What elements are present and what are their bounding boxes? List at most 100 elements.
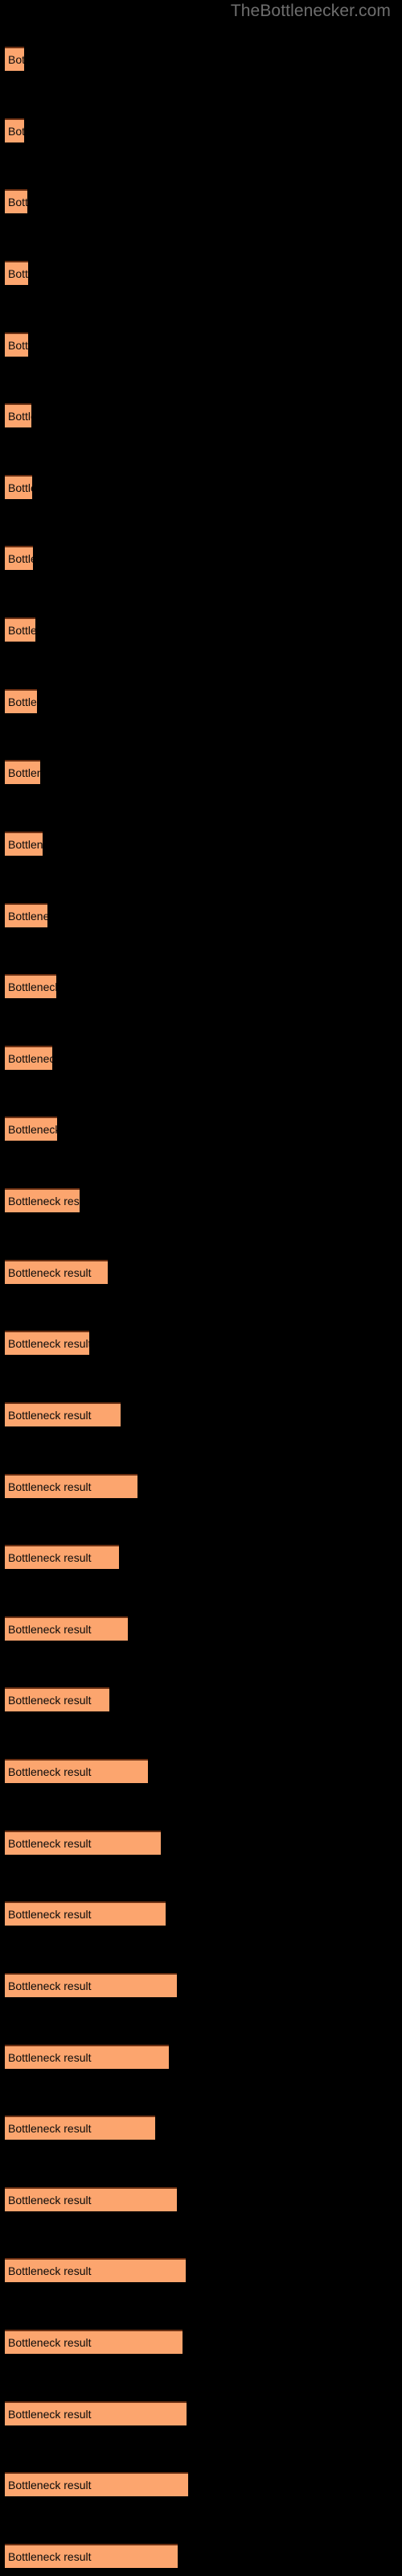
bar-label: Bottleneck result [8,1337,89,1350]
bar[interactable]: Bottleneck result [5,47,24,71]
bar-row[interactable]: Bottleneck result [5,1117,57,1141]
bar[interactable]: Bottleneck result [5,118,24,142]
bar[interactable]: Bottleneck result [5,2401,187,2425]
bar-label: Bottleneck result [8,2194,92,2207]
bar[interactable]: Bottleneck result [5,1402,121,1426]
bar-row[interactable]: Bottleneck result [5,261,28,285]
bar-row[interactable]: Bottleneck result [5,47,24,71]
bar[interactable]: Bottleneck result [5,261,28,285]
bar[interactable]: Bottleneck result [5,1831,161,1855]
bar[interactable]: Bottleneck result [5,546,33,570]
bar-label: Bottleneck result [8,766,40,779]
bar-row[interactable]: Bottleneck result [5,546,33,570]
bar-row[interactable]: Bottleneck result [5,832,43,856]
bar-row[interactable]: Bottleneck result [5,332,28,357]
bar-label: Bottleneck result [8,125,24,138]
bar-row[interactable]: Bottleneck result [5,1973,177,1997]
bar-label: Bottleneck result [8,2122,92,2135]
bar-label: Bottleneck result [8,1979,92,1992]
bar[interactable]: Bottleneck result [5,475,32,499]
bar-row[interactable]: Bottleneck result [5,1474,137,1498]
bar[interactable]: Bottleneck result [5,2187,177,2211]
bar-label: Bottleneck result [8,910,47,923]
bar-row[interactable]: Bottleneck result [5,2401,187,2425]
bar-row[interactable]: Bottleneck result [5,2330,183,2354]
bar-row[interactable]: Bottleneck result [5,617,35,642]
bar-row[interactable]: Bottleneck result [5,2116,155,2140]
bar-row[interactable]: Bottleneck result [5,118,24,142]
bar[interactable]: Bottleneck result [5,1046,52,1070]
bar[interactable]: Bottleneck result [5,2045,169,2069]
bar[interactable]: Bottleneck result [5,1901,166,1926]
bar-label: Bottleneck result [8,481,32,494]
bar-row[interactable]: Bottleneck result [5,689,37,713]
bar[interactable]: Bottleneck result [5,1260,108,1284]
bar[interactable]: Bottleneck result [5,1973,177,1997]
bar-label: Bottleneck result [8,2408,92,2421]
bar-label: Bottleneck result [8,1765,92,1778]
bar[interactable]: Bottleneck result [5,1759,148,1783]
bar[interactable]: Bottleneck result [5,2472,188,2496]
bar-row[interactable]: Bottleneck result [5,1901,166,1926]
bar[interactable]: Bottleneck result [5,189,27,213]
bar-label: Bottleneck result [8,1837,92,1850]
bar-label: Bottleneck result [8,1623,92,1636]
bar-label: Bottleneck result [8,410,31,423]
bar-row[interactable]: Bottleneck result [5,475,32,499]
bar[interactable]: Bottleneck result [5,974,56,998]
bar-label: Bottleneck result [8,267,28,280]
bar[interactable]: Bottleneck result [5,760,40,784]
bar-label: Bottleneck result [8,2051,92,2064]
bar-label: Bottleneck result [8,2550,92,2563]
bar-row[interactable]: Bottleneck result [5,1331,89,1355]
bar[interactable]: Bottleneck result [5,2544,178,2568]
bar-row[interactable]: Bottleneck result [5,1759,148,1783]
bar-label: Bottleneck result [8,2336,92,2349]
bar[interactable]: Bottleneck result [5,1545,119,1569]
bar-row[interactable]: Bottleneck result [5,2472,188,2496]
bar[interactable]: Bottleneck result [5,403,31,427]
bar-label: Bottleneck result [8,2479,92,2491]
bar-row[interactable]: Bottleneck result [5,2187,177,2211]
bar-label: Bottleneck result [8,2264,92,2277]
bar-row[interactable]: Bottleneck result [5,1402,121,1426]
bar[interactable]: Bottleneck result [5,2330,183,2354]
bar-row[interactable]: Bottleneck result [5,1260,108,1284]
bar-label: Bottleneck result [8,1266,92,1279]
bar-row[interactable]: Bottleneck result [5,1616,128,1641]
bar-row[interactable]: Bottleneck result [5,2544,178,2568]
bar-row[interactable]: Bottleneck result [5,903,47,927]
bar[interactable]: Bottleneck result [5,832,43,856]
bar-row[interactable]: Bottleneck result [5,1188,80,1212]
bar-row[interactable]: Bottleneck result [5,974,56,998]
bar[interactable]: Bottleneck result [5,332,28,357]
bar[interactable]: Bottleneck result [5,2258,186,2282]
bar-row[interactable]: Bottleneck result [5,1545,119,1569]
bar-label: Bottleneck result [8,624,35,637]
bar[interactable]: Bottleneck result [5,1117,57,1141]
bar-label: Bottleneck result [8,552,33,565]
bar-row[interactable]: Bottleneck result [5,189,27,213]
bar-row[interactable]: Bottleneck result [5,2258,186,2282]
bar-label: Bottleneck result [8,1694,92,1707]
bar-row[interactable]: Bottleneck result [5,1046,52,1070]
bar[interactable]: Bottleneck result [5,903,47,927]
bar[interactable]: Bottleneck result [5,617,35,642]
bar-row[interactable]: Bottleneck result [5,1831,161,1855]
bar-row[interactable]: Bottleneck result [5,2045,169,2069]
bar[interactable]: Bottleneck result [5,689,37,713]
bar[interactable]: Bottleneck result [5,1188,80,1212]
bar-label: Bottleneck result [8,339,28,352]
bar[interactable]: Bottleneck result [5,1331,89,1355]
bar[interactable]: Bottleneck result [5,1474,137,1498]
bar[interactable]: Bottleneck result [5,1687,109,1711]
bar[interactable]: Bottleneck result [5,1616,128,1641]
bar-label: Bottleneck result [8,1409,92,1422]
bar-row[interactable]: Bottleneck result [5,1687,109,1711]
bar-row[interactable]: Bottleneck result [5,760,40,784]
bottleneck-bar-chart: Bottleneck result Bottleneck result Bottle… [0,0,402,2576]
bar-label: Bottleneck result [8,1123,57,1136]
bar[interactable]: Bottleneck result [5,2116,155,2140]
bar-label: Bottleneck result [8,838,43,851]
bar-row[interactable]: Bottleneck result [5,403,31,427]
